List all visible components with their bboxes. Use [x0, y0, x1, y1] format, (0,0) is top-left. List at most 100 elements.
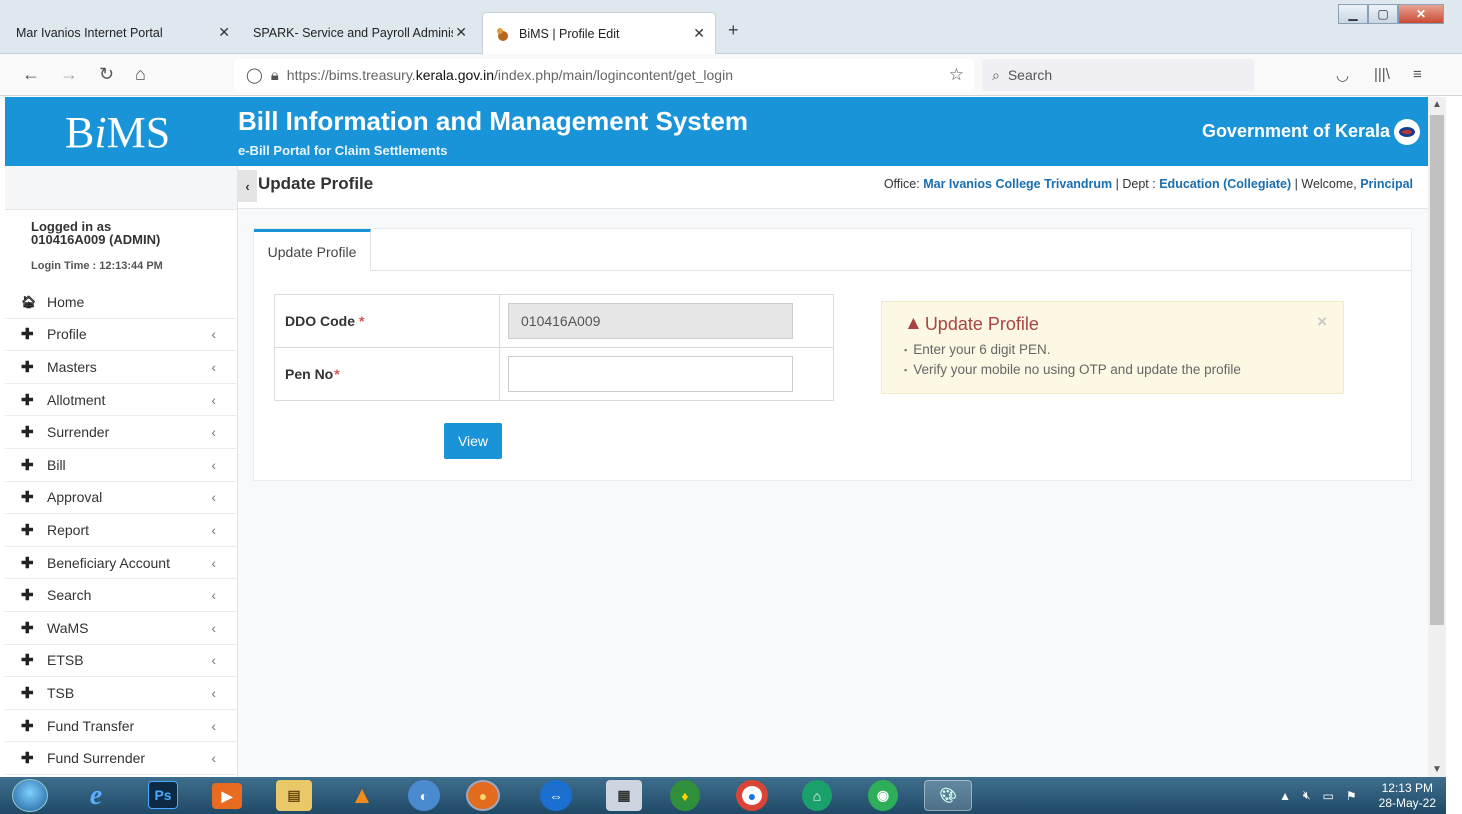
pen-no-field[interactable] [508, 356, 793, 392]
plus-icon: ✚ [21, 587, 34, 605]
chevron-left-icon: ‹ [211, 750, 216, 767]
page: BiMS Bill Information and Management Sys… [5, 97, 1428, 777]
kerala-emblem-icon [1394, 119, 1420, 145]
start-button[interactable] [12, 779, 48, 812]
pocket-icon[interactable]: ◡ [1336, 66, 1349, 84]
vlc-icon[interactable]: ▲ [344, 780, 380, 811]
plus-icon: ✚ [21, 326, 34, 344]
chevron-left-icon: ‹ [211, 521, 216, 538]
minimize-icon[interactable]: ▁ [1338, 4, 1368, 24]
dept-link[interactable]: Education (Collegiate) [1159, 177, 1291, 191]
browser-tab[interactable]: Mar Ivanios Internet Portal ✕ [4, 12, 240, 54]
logged-in-user: 010416A009 (ADMIN) [31, 232, 161, 247]
sidebar-item-beneficiary-account[interactable]: ✚ Beneficiary Account ‹ [5, 547, 238, 580]
new-tab-icon[interactable]: + [728, 20, 739, 41]
network-icon[interactable]: ▭ [1323, 789, 1334, 803]
media-player-icon[interactable]: ▶ [212, 783, 242, 809]
chevron-left-icon: ‹ [211, 554, 216, 571]
sidebar-item-search[interactable]: ✚ Search ‹ [5, 579, 238, 612]
internet-explorer-icon[interactable]: e [78, 780, 114, 811]
sidebar-top [5, 166, 237, 210]
library-icon[interactable]: |||\ [1374, 66, 1390, 83]
sidebar-item-surrender[interactable]: ✚ Surrender ‹ [5, 416, 238, 449]
tab-close-icon[interactable]: ✕ [455, 24, 467, 41]
action-center-flag-icon[interactable]: ⚑ [1346, 789, 1357, 803]
photoshop-icon[interactable]: Ps [148, 781, 178, 809]
sidebar-item-tsb[interactable]: ✚ TSB ‹ [5, 677, 238, 710]
scroll-down-icon[interactable]: ▼ [1432, 764, 1442, 775]
sidebar-item-profile[interactable]: ✚ Profile ‹ [5, 319, 238, 352]
sidebar-item-wams[interactable]: ✚ WaMS ‹ [5, 612, 238, 645]
sidebar-toggle-button[interactable]: ‹ [238, 170, 257, 202]
vpn-icon[interactable]: ⌂ [802, 780, 832, 811]
sidebar-item-home[interactable]: 🏠︎ Home [5, 286, 238, 319]
paint-icon[interactable]: 🎨︎ [924, 780, 972, 811]
firefox-icon[interactable]: ● [466, 780, 500, 811]
volume-muted-icon[interactable]: 🔇︎ [1303, 788, 1311, 803]
scroll-up-icon[interactable]: ▲ [1432, 99, 1442, 110]
plus-icon: ✚ [21, 391, 34, 409]
tab-update-profile[interactable]: Update Profile [254, 229, 371, 271]
sidebar-item-bill[interactable]: ✚ Bill ‹ [5, 449, 238, 482]
view-button[interactable]: View [444, 423, 502, 459]
taskbar-clock[interactable]: 12:13 PM 28-May-22 [1379, 781, 1436, 811]
menu-icon[interactable]: ≡ [1413, 66, 1422, 83]
app-icon[interactable]: ◐ [408, 780, 440, 811]
forward-arrow-icon[interactable]: → [60, 64, 78, 85]
page-scrollbar[interactable]: ▲ ▼ [1428, 97, 1446, 777]
browser-search-input[interactable]: ⌕ Search [982, 59, 1254, 91]
sidebar-item-etsb[interactable]: ✚ ETSB ‹ [5, 645, 238, 678]
sidebar-menu: 🏠︎ Home ✚ Profile ‹ ✚ Masters ‹ ✚ Allotment ‹ ✚… [5, 286, 238, 775]
chevron-left-icon: ‹ [211, 358, 216, 375]
profile-form: DDO Code* Pen No* [274, 294, 834, 401]
user-link[interactable]: Principal [1360, 177, 1413, 191]
office-info: Office: Mar Ivanios College Trivandrum |… [883, 177, 1413, 191]
sidebar-item-fund-transfer[interactable]: ✚ Fund Transfer ‹ [5, 710, 238, 743]
maximize-icon[interactable]: ▢ [1368, 4, 1398, 24]
tray-expand-icon[interactable]: ▲ [1279, 789, 1291, 803]
plus-icon: ✚ [21, 424, 34, 442]
teamviewer-icon[interactable]: ⇔ [540, 780, 572, 811]
tab-close-icon[interactable]: ✕ [693, 25, 705, 42]
browser-tab-active[interactable]: BiMS | Profile Edit ✕ [482, 12, 716, 54]
site-header: BiMS Bill Information and Management Sys… [5, 97, 1428, 166]
url-text: https://bims.treasury.kerala.gov.in/inde… [286, 67, 733, 83]
url-bar[interactable]: ◯ 🔒︎ https://bims.treasury.kerala.gov.in… [234, 59, 974, 91]
chevron-left-icon: ‹ [211, 326, 216, 343]
free-vpn-icon[interactable]: ◉ [868, 780, 898, 811]
plus-icon: ✚ [21, 619, 34, 637]
search-icon: ⌕ [992, 66, 1000, 83]
scrollbar-thumb[interactable] [1430, 115, 1444, 625]
sidebar-item-fund-surrender[interactable]: ✚ Fund Surrender ‹ [5, 742, 238, 775]
main-content: ‹ Update Profile Office: Mar Ivanios Col… [238, 166, 1428, 777]
plus-icon: ✚ [21, 456, 34, 474]
office-link[interactable]: Mar Ivanios College Trivandrum [923, 177, 1112, 191]
tab-close-icon[interactable]: ✕ [218, 24, 230, 41]
sidebar-item-masters[interactable]: ✚ Masters ‹ [5, 351, 238, 384]
window-close-icon[interactable]: ✕ [1398, 4, 1444, 24]
lock-icon: 🔒︎ [270, 66, 279, 84]
reload-icon[interactable]: ↻ [99, 64, 114, 85]
home-icon[interactable]: ⌂ [135, 64, 146, 85]
alert-item: Verify your mobile no using OTP and upda… [904, 362, 1241, 377]
chrome-icon[interactable]: ● [736, 780, 768, 811]
bookmark-star-icon[interactable]: ☆ [949, 65, 964, 85]
bims-logo[interactable]: BiMS [65, 107, 170, 158]
calculator-icon[interactable]: ▦ [606, 780, 642, 811]
back-arrow-icon[interactable]: ← [22, 64, 40, 85]
browser-tab[interactable]: SPARK- Service and Payroll Adminis ✕ [241, 12, 477, 54]
alert-close-icon[interactable]: × [1317, 312, 1327, 332]
tab-title: Mar Ivanios Internet Portal [16, 26, 163, 40]
sidebar-item-approval[interactable]: ✚ Approval ‹ [5, 482, 238, 515]
title-bar: ‹ Update Profile Office: Mar Ivanios Col… [238, 166, 1428, 209]
ddo-code-field[interactable] [508, 303, 793, 339]
info-alert: ▲Update Profile × Enter your 6 digit PEN… [881, 301, 1344, 394]
file-explorer-icon[interactable]: ▤ [276, 780, 312, 811]
sidebar-item-report[interactable]: ✚ Report ‹ [5, 514, 238, 547]
tab-title: BiMS | Profile Edit [519, 26, 620, 41]
browser-tab-strip: Mar Ivanios Internet Portal ✕ SPARK- Ser… [0, 0, 1462, 54]
sidebar-item-allotment[interactable]: ✚ Allotment ‹ [5, 384, 238, 417]
plus-icon: ✚ [21, 652, 34, 670]
shield-app-icon[interactable]: ♦ [670, 780, 700, 811]
tab-divider [371, 270, 1411, 271]
